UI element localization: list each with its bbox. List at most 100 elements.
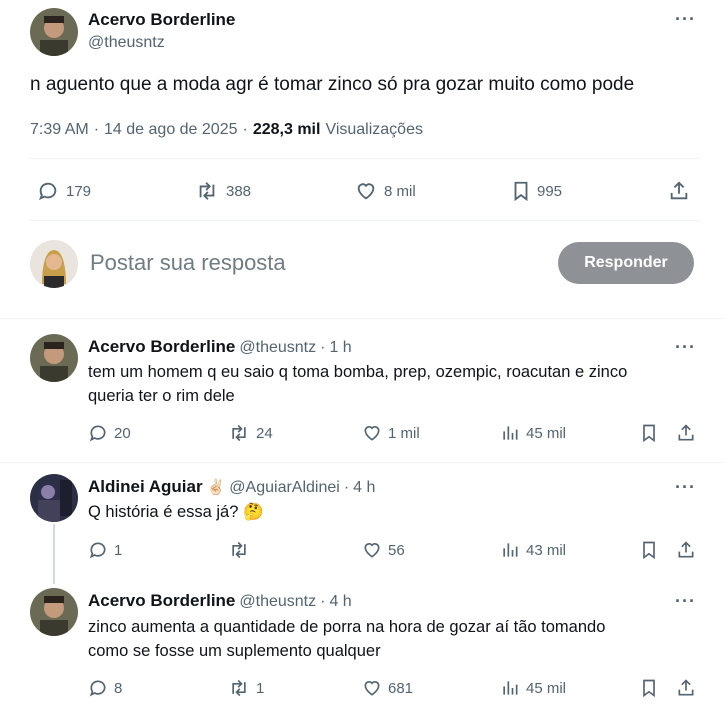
share-button[interactable] (668, 180, 690, 202)
reply-text-line: zinco aumenta a quantidade de porra na h… (88, 618, 606, 636)
post-meta: 7:39 AM · 14 de ago de 2025 · 228,3 mil … (30, 121, 423, 139)
reply-header: Acervo Borderline @theusntz · 1 h (88, 337, 352, 357)
meta-separator: · (320, 339, 326, 356)
repost-button[interactable]: 24 (228, 423, 273, 443)
reply-author-handle[interactable]: @theusntz (239, 593, 316, 611)
reply-icon (89, 680, 106, 697)
reply-avatar[interactable] (30, 588, 78, 636)
divider (30, 158, 700, 159)
like-count: 1 mil (388, 424, 420, 442)
reply-avatar[interactable] (30, 474, 78, 522)
author-name[interactable]: Acervo Borderline (88, 10, 235, 30)
bookmark-icon (643, 424, 655, 443)
more-icon[interactable]: ··· (675, 592, 696, 610)
share-button[interactable] (676, 423, 696, 443)
reply-button[interactable]: 1 (88, 540, 122, 560)
like-button[interactable]: 1 mil (362, 423, 420, 443)
reply-text-line: tem um homem q eu saio q toma bomba, pre… (88, 363, 628, 381)
bookmark-icon (643, 679, 655, 698)
share-button[interactable] (676, 540, 696, 560)
views-count: 43 mil (526, 541, 567, 559)
reply-icon (89, 425, 106, 442)
repost-count: 1 (256, 679, 265, 697)
reply-header: Aldinei Aguiar ✌🏻 @AguiarAldinei · 4 h (88, 477, 375, 497)
bookmark-button[interactable] (640, 423, 658, 443)
reply-author-name[interactable]: Acervo Borderline (88, 337, 235, 357)
repost-icon (232, 541, 246, 559)
reply-header: Acervo Borderline @theusntz · 4 h (88, 591, 352, 611)
reply-text-line: como se fosse um suplemento qualquer (88, 642, 381, 660)
share-button[interactable] (676, 678, 696, 698)
share-icon (678, 679, 694, 696)
views-icon (503, 543, 518, 557)
reply-author-handle[interactable]: @AguiarAldinei (229, 479, 340, 497)
post-text: n aguento que a moda agr é tomar zinco s… (30, 74, 635, 95)
like-icon (364, 681, 380, 696)
repost-button[interactable]: 388 (194, 180, 251, 202)
meta-separator: · (343, 479, 350, 496)
like-count: 8 mil (384, 182, 416, 200)
thread-line (53, 524, 55, 584)
reply-time[interactable]: 4 h (329, 593, 351, 611)
meta-separator: · (320, 593, 326, 610)
reply-button[interactable]: 8 (88, 678, 122, 698)
views-button[interactable]: 45 mil (500, 678, 566, 698)
like-icon (364, 543, 380, 558)
reply-author-handle[interactable]: @theusntz (239, 339, 316, 357)
divider (0, 318, 724, 319)
reply-time[interactable]: 1 h (329, 339, 351, 357)
reply-count: 1 (114, 541, 123, 559)
reply-text: zinco aumenta a quantidade de porra na h… (88, 615, 605, 663)
bookmark-icon (643, 541, 655, 560)
author-emoji: ✌🏻 (206, 479, 226, 496)
compose-placeholder[interactable]: Postar sua resposta (90, 250, 286, 276)
reply-button[interactable]: 179 (36, 180, 91, 202)
more-icon[interactable]: ··· (675, 338, 696, 356)
views-count: 45 mil (526, 679, 567, 697)
bookmark-count: 995 (537, 182, 563, 200)
repost-icon (199, 182, 215, 200)
views-icon (503, 681, 518, 695)
views-icon (503, 426, 518, 440)
repost-count: 388 (226, 182, 252, 200)
reply-count: 179 (66, 182, 92, 200)
meta-separator: · (93, 121, 100, 138)
views-button[interactable]: 43 mil (500, 540, 566, 560)
repost-button[interactable] (228, 540, 256, 560)
reply-count: 20 (114, 424, 131, 442)
like-button[interactable]: 681 (362, 678, 413, 698)
user-avatar[interactable] (30, 240, 78, 288)
reply-button[interactable]: 20 (88, 423, 131, 443)
repost-button[interactable]: 1 (228, 678, 264, 698)
post-date[interactable]: 14 de ago de 2025 (104, 121, 237, 139)
like-icon (364, 426, 380, 441)
reply-text: tem um homem q eu saio q toma bomba, pre… (88, 360, 627, 408)
views-count: 228,3 mil (252, 121, 321, 138)
share-icon (678, 424, 694, 441)
bookmark-icon (514, 181, 528, 202)
repost-icon (232, 679, 246, 697)
reply-author-name[interactable]: Acervo Borderline (88, 591, 235, 611)
bookmark-button[interactable] (640, 678, 658, 698)
reply-time[interactable]: 4 h (353, 479, 375, 497)
meta-separator: · (242, 121, 248, 138)
respond-button[interactable]: Responder (558, 242, 694, 284)
reply-icon (89, 542, 106, 559)
reply-text-line: queria ter o rim dele (88, 387, 235, 405)
share-icon (678, 541, 694, 558)
bookmark-button[interactable] (640, 540, 658, 560)
reply-count: 8 (114, 679, 123, 697)
bookmark-button[interactable]: 995 (511, 180, 562, 202)
like-button[interactable]: 8 mil (354, 180, 416, 202)
more-icon[interactable]: ··· (675, 478, 696, 496)
reply-author-name[interactable]: Aldinei Aguiar (88, 477, 203, 497)
reply-avatar[interactable] (30, 334, 78, 382)
author-handle[interactable]: @theusntz (88, 34, 165, 52)
author-avatar[interactable] (30, 8, 78, 56)
reply-text: Q história é essa já? 🤔 (88, 503, 264, 521)
repost-icon (232, 424, 246, 442)
post-time[interactable]: 7:39 AM (30, 121, 89, 139)
like-button[interactable]: 56 (362, 540, 405, 560)
views-button[interactable]: 45 mil (500, 423, 566, 443)
more-icon[interactable]: ··· (675, 10, 696, 28)
